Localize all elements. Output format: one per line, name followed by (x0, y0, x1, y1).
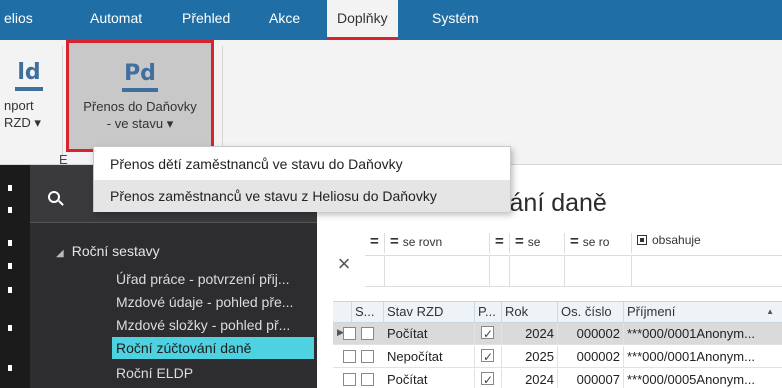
cell-os-cislo: 000007 (558, 369, 624, 388)
menu-item-prenos-deti[interactable]: Přenos dětí zaměstnanců ve stavu do Daňo… (94, 148, 510, 180)
grid-header: S... Stav RZD P... Rok Os. číslo Příjmen… (333, 301, 782, 323)
top-menu-bar: elios Automat Přehled Akce Doplňky Systé… (0, 0, 782, 40)
nav-item-mzdove-udaje[interactable]: Mzdové údaje - pohled pře... (112, 291, 314, 313)
clear-filter-button[interactable]: × (330, 233, 358, 295)
cell-prijmeni: ***000/0005Anonym... (627, 372, 755, 387)
cell-p (475, 369, 502, 388)
menu-item-prenos-zamestnancu[interactable]: Přenos zaměstnanců ve stavu z Heliosu do… (94, 180, 510, 212)
cell-rok: 2025 (502, 346, 558, 367)
row-select-checkbox[interactable] (343, 373, 356, 386)
column-header-rok[interactable]: Rok (502, 302, 558, 322)
ribbon-separator (222, 46, 223, 156)
filter-op-select[interactable]: = se ro (565, 233, 632, 253)
strip-marker (8, 365, 12, 371)
table-row[interactable]: Nepočítat 2025 000002 ***000/0001Anonym.… (333, 346, 782, 368)
table-row[interactable]: Počítat 2024 000007 ***000/0005Anonym... (333, 369, 782, 388)
cell-stav-rzd: Počítat (384, 369, 475, 388)
nav-item-urad-prace[interactable]: Úřad práce - potvrzení přij... (112, 268, 314, 290)
column-header-os-cislo[interactable]: Os. číslo (558, 302, 624, 322)
strip-marker (8, 240, 12, 246)
menu-prehled[interactable]: Přehled (182, 0, 230, 40)
filter-op-select[interactable]: = (365, 233, 385, 253)
filter-op-select[interactable]: = se rovn (385, 233, 490, 253)
strip-marker (8, 325, 12, 331)
nav-group-rocni-sestavy[interactable]: ◢ Roční sestavy (56, 243, 160, 259)
import-label-line1: nport (4, 98, 34, 113)
cell-rok: 2024 (502, 369, 558, 388)
column-header-prijmeni[interactable]: Příjmení ▲ (624, 302, 782, 322)
close-icon[interactable]: × (338, 251, 351, 276)
checkbox-icon (637, 235, 647, 245)
p-checkbox[interactable] (481, 324, 494, 344)
nav-item-mzdove-slozky[interactable]: Mzdové složky - pohled př... (112, 314, 314, 336)
nav-item-rocni-zuctovani[interactable]: Roční zúčtování daně (112, 337, 314, 359)
filter-input[interactable] (490, 255, 510, 287)
prenos-dropdown-menu: Přenos dětí zaměstnanců ve stavu do Daňo… (93, 146, 511, 212)
prenos-icon-bar (122, 88, 158, 92)
row-select-checkbox[interactable] (343, 327, 356, 340)
prenos-label-line2: - ve stavu ▾ (106, 116, 174, 131)
column-header-indicator (333, 302, 352, 322)
filter-input[interactable] (565, 255, 632, 287)
table-row[interactable]: ▶ Počítat 2024 000002 ***000/0001Anonym.… (333, 323, 782, 345)
strip-marker (8, 263, 12, 269)
import-icon-bar (15, 87, 43, 91)
collapse-triangle-icon[interactable]: ◢ (56, 248, 64, 259)
search-icon[interactable] (48, 191, 60, 203)
filter-op-select[interactable]: = (490, 233, 510, 253)
menu-automat[interactable]: Automat (90, 0, 142, 40)
nav-group-label: Roční sestavy (71, 243, 160, 259)
filter-input[interactable] (365, 255, 385, 287)
s-checkbox[interactable] (361, 327, 374, 340)
strip-marker (8, 207, 12, 213)
strip-marker (8, 287, 12, 293)
filter-op-select[interactable]: obsahuje (632, 233, 782, 253)
filter-input[interactable] (385, 255, 490, 287)
cell-stav-rzd: Nepočítat (384, 346, 475, 367)
menu-doplnky[interactable]: Doplňky (327, 0, 398, 40)
ribbon-separator (62, 46, 63, 156)
nav-item-rocni-eldp[interactable]: Roční ELDP (112, 362, 314, 384)
prenos-icon: Pd (124, 61, 156, 86)
p-checkbox[interactable] (481, 347, 494, 367)
filter-input[interactable] (510, 255, 565, 287)
cell-os-cislo: 000002 (558, 323, 624, 344)
p-checkbox[interactable] (481, 370, 494, 388)
filter-input[interactable] (632, 255, 782, 287)
prenos-label-line1: Přenos do Daňovky (83, 99, 197, 114)
cell-stav-rzd: Počítat (384, 323, 475, 344)
s-checkbox[interactable] (361, 373, 374, 386)
left-strip (0, 165, 30, 388)
import-label-line2: RZD ▾ (4, 115, 41, 130)
column-header-p[interactable]: P... (475, 302, 502, 322)
cell-p (475, 323, 502, 344)
s-checkbox[interactable] (361, 350, 374, 363)
row-select-checkbox[interactable] (343, 350, 356, 363)
strip-marker (8, 185, 12, 191)
menu-akce[interactable]: Akce (269, 0, 300, 40)
cell-rok: 2024 (502, 323, 558, 344)
menu-helios[interactable]: elios (4, 0, 33, 40)
column-header-s[interactable]: S... (352, 302, 384, 322)
sort-up-icon: ▲ (766, 307, 774, 316)
cell-prijmeni: ***000/0001Anonym... (627, 349, 755, 364)
cell-p (475, 346, 502, 367)
import-rzd-button[interactable]: ld nport RZD ▾ (0, 40, 58, 160)
cell-prijmeni: ***000/0001Anonym... (627, 326, 755, 341)
filter-op-select[interactable]: = se (510, 233, 565, 253)
import-icon: ld (17, 60, 41, 85)
cell-os-cislo: 000002 (558, 346, 624, 367)
column-header-stav-rzd[interactable]: Stav RZD (384, 302, 475, 322)
menu-system[interactable]: Systém (432, 0, 479, 40)
prenos-do-danovky-button[interactable]: Pd Přenos do Daňovky - ve stavu ▾ (66, 40, 214, 152)
